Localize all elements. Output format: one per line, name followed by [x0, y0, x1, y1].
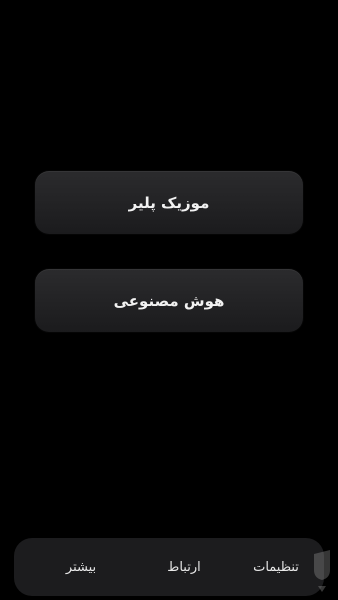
tab-settings[interactable]: تنظیمات: [240, 538, 312, 596]
bottom-navigation-bar: بیشتر ارتباط تنظیمات: [14, 538, 324, 596]
store-watermark-icon: [314, 550, 330, 592]
music-player-button[interactable]: موزیک پلیر: [35, 171, 303, 234]
music-player-label: موزیک پلیر: [128, 193, 210, 212]
tab-contact[interactable]: ارتباط: [144, 538, 224, 596]
ai-button[interactable]: هوش مصنوعی: [35, 269, 303, 332]
tab-more[interactable]: بیشتر: [44, 538, 118, 596]
ai-label: هوش مصنوعی: [113, 291, 225, 310]
tab-more-label: بیشتر: [65, 559, 97, 575]
tab-contact-label: ارتباط: [167, 559, 201, 575]
tab-settings-label: تنظیمات: [253, 559, 299, 575]
